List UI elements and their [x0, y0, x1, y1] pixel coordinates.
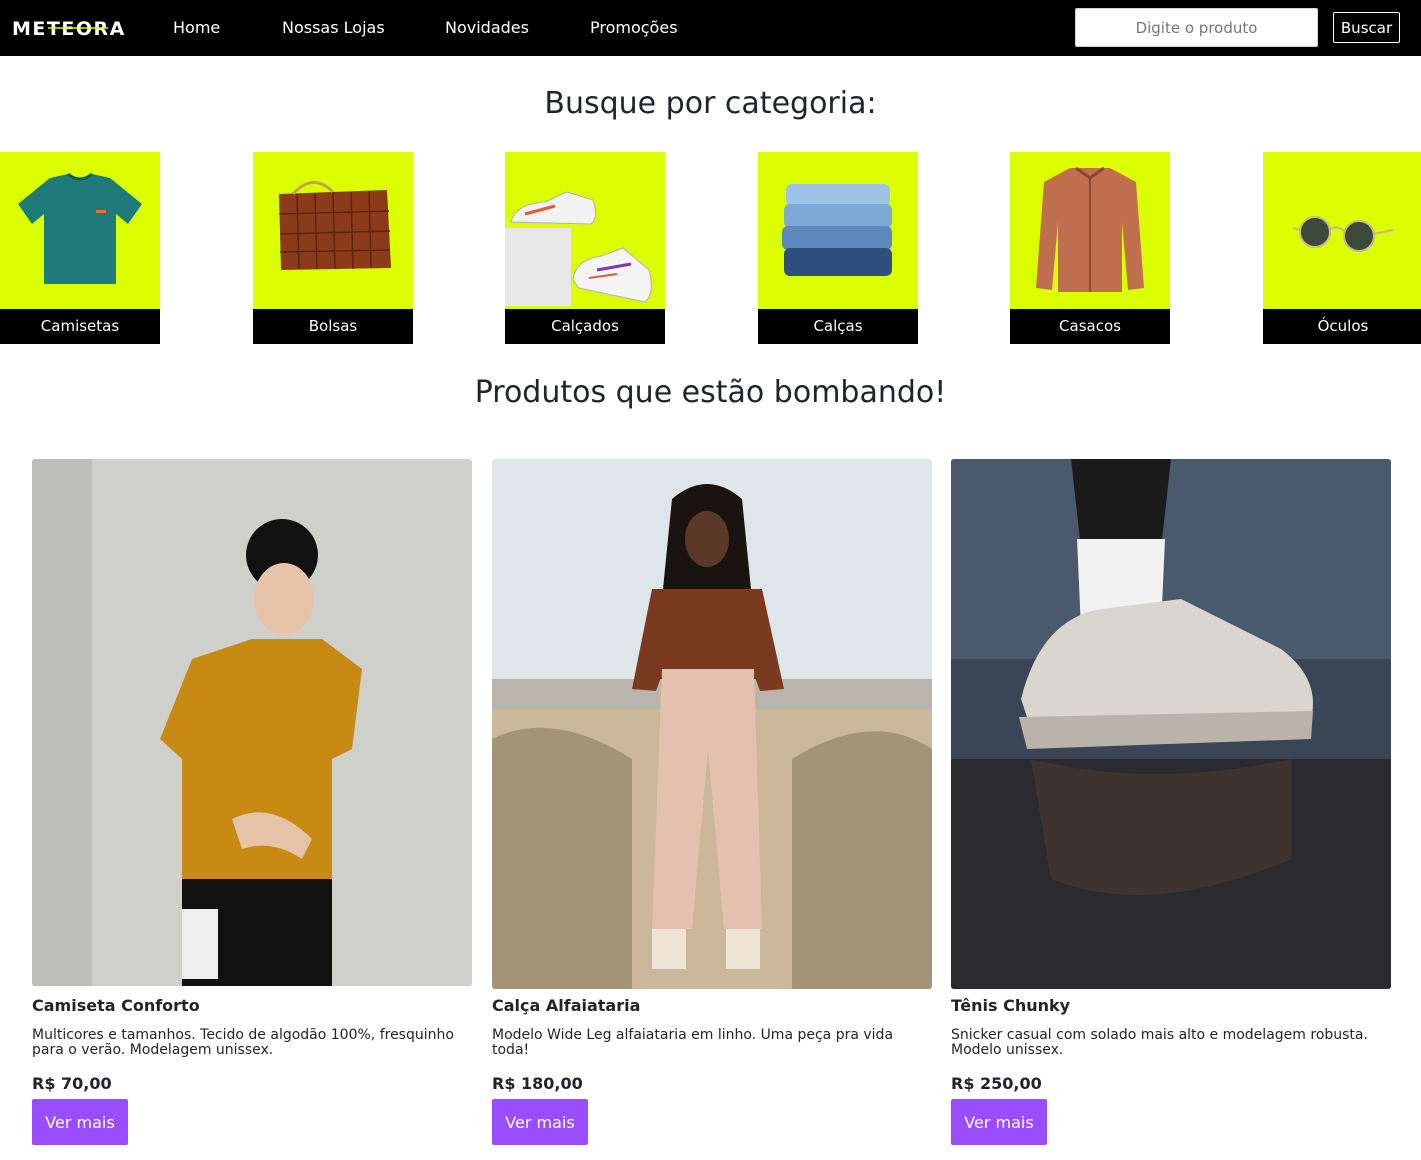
sneakers-image [505, 191, 652, 306]
search-input[interactable] [1075, 8, 1318, 47]
product-description: Snicker casual com solado mais alto e mo… [951, 1027, 1368, 1058]
category-label: Casacos [1010, 309, 1170, 344]
categories-title: Busque por categoria: [544, 86, 877, 121]
category-calcas[interactable]: Calças [758, 152, 918, 344]
product-description: Multicores e tamanhos. Tecido de algodão… [32, 1027, 454, 1058]
bag-image [278, 181, 391, 270]
nav-promocoes[interactable]: Promoções [590, 18, 678, 38]
ver-mais-button[interactable]: Ver mais [492, 1099, 588, 1145]
jacket-image [1036, 166, 1144, 292]
product-image-calca[interactable] [492, 459, 932, 989]
product-name: Tênis Chunky [951, 996, 1071, 1015]
meteora-logo[interactable]: METEORA [12, 17, 138, 39]
category-label: Calçados [505, 309, 665, 344]
nav-home[interactable]: Home [173, 18, 220, 38]
category-casacos[interactable]: Casacos [1010, 152, 1170, 344]
category-bolsas[interactable]: Bolsas [253, 152, 413, 344]
product-name: Camiseta Conforto [32, 996, 200, 1015]
jeans-image [782, 184, 892, 276]
ver-mais-button[interactable]: Ver mais [951, 1099, 1047, 1145]
category-label: Óculos [1263, 309, 1421, 344]
category-calcados[interactable]: Calçados [505, 152, 665, 344]
product-name: Calça Alfaiataria [492, 996, 641, 1015]
navbar: METEORA Home Nossas Lojas Novidades Prom… [0, 0, 1421, 56]
category-label: Calças [758, 309, 918, 344]
sunglasses-image [1292, 216, 1394, 252]
product-description: Modelo Wide Leg alfaiataria em linho. Um… [492, 1027, 894, 1058]
nav-novidades[interactable]: Novidades [445, 18, 529, 38]
category-oculos[interactable]: Óculos [1263, 152, 1421, 344]
product-price: R$ 70,00 [32, 1074, 112, 1093]
product-price: R$ 180,00 [492, 1074, 583, 1093]
ver-mais-button[interactable]: Ver mais [32, 1099, 128, 1145]
products-title: Produtos que estão bombando! [474, 375, 947, 410]
product-image-tenis[interactable] [951, 459, 1391, 989]
product-price: R$ 250,00 [951, 1074, 1042, 1093]
nav-nossas-lojas[interactable]: Nossas Lojas [282, 18, 385, 38]
tshirt-image [18, 172, 142, 284]
product-image-camiseta[interactable] [32, 459, 472, 986]
category-label: Bolsas [253, 309, 413, 344]
category-camisetas[interactable]: Camisetas [0, 152, 160, 344]
search-button[interactable]: Buscar [1333, 12, 1400, 43]
category-label: Camisetas [0, 309, 160, 344]
